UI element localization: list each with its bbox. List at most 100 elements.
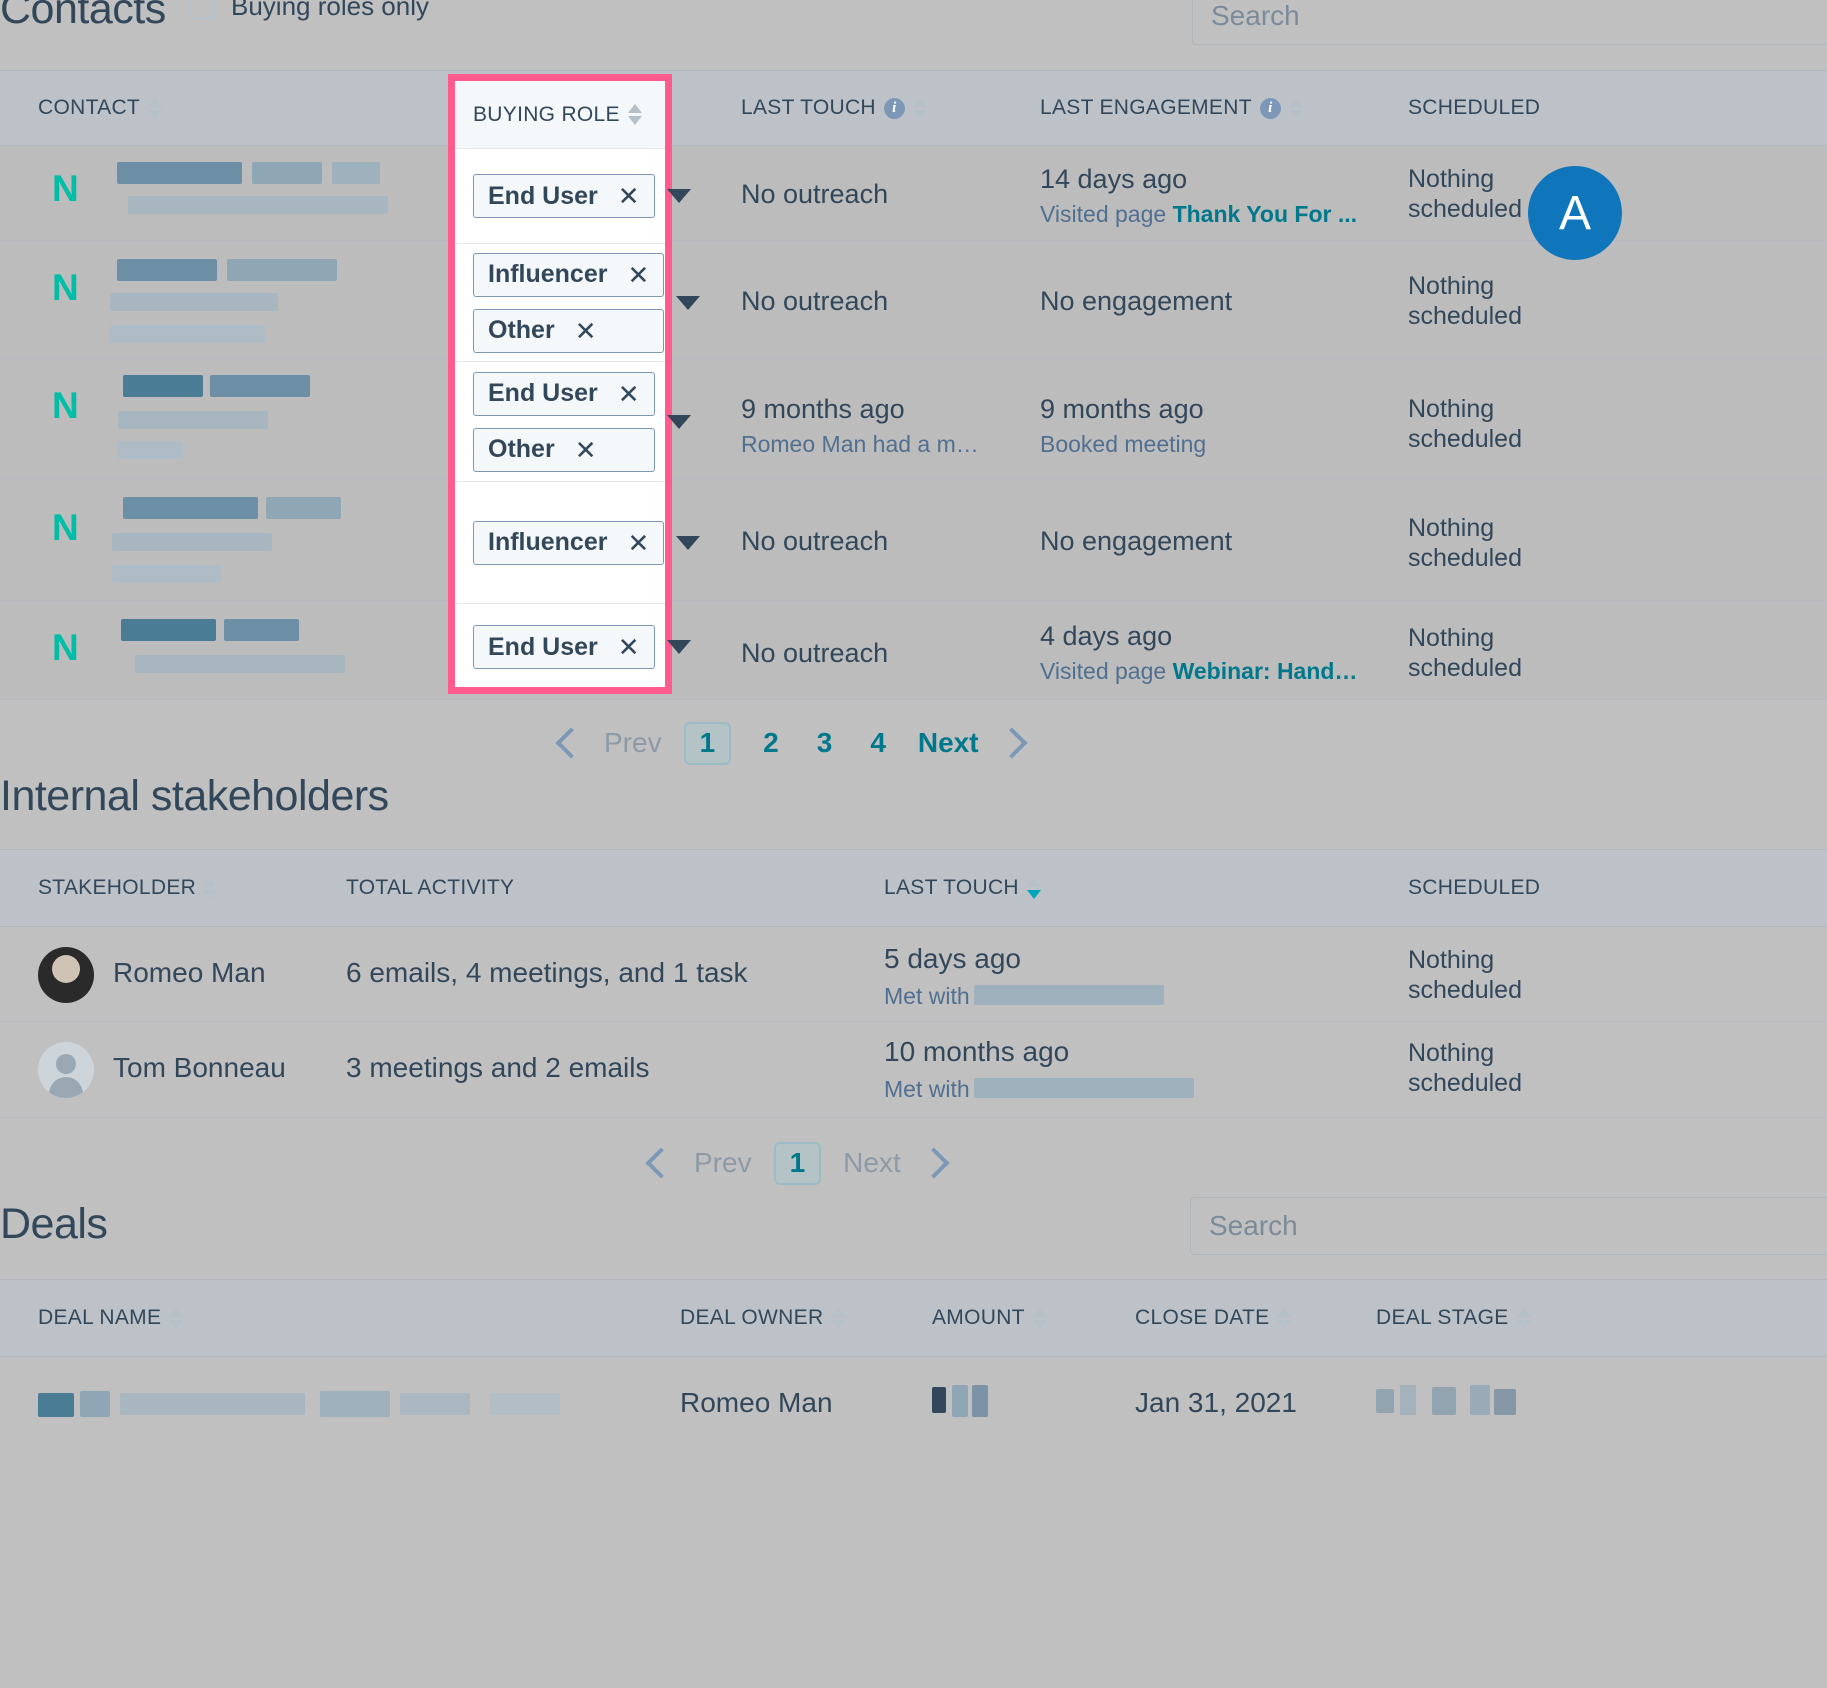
pagination-next[interactable]: Next (843, 1147, 901, 1179)
sort-icon[interactable] (912, 97, 927, 119)
scheduled-value: Nothing scheduled (1408, 624, 1522, 682)
chevron-right-icon[interactable] (918, 1147, 950, 1179)
redacted-text (320, 1391, 390, 1417)
buying-role-cell[interactable]: End User ✕ (455, 604, 691, 690)
close-icon[interactable]: ✕ (575, 437, 597, 463)
caret-down-icon[interactable] (666, 414, 691, 429)
contacts-search-box[interactable]: Search (1192, 0, 1827, 45)
sort-icon[interactable] (831, 1307, 846, 1329)
col-total-activity: TOTAL ACTIVITY (346, 876, 515, 899)
chevron-left-icon[interactable] (645, 1147, 677, 1179)
sort-icon[interactable] (1277, 1307, 1292, 1329)
caret-down-icon[interactable] (676, 295, 701, 310)
last-touch-value: No outreach (741, 179, 889, 209)
close-icon[interactable]: ✕ (618, 634, 640, 660)
buying-role-cell[interactable]: End User ✕ (455, 149, 691, 244)
buying-role-cell[interactable]: Influencer ✕ (455, 482, 701, 604)
tag-buying-role[interactable]: End User ✕ (473, 625, 655, 669)
info-icon[interactable]: i (883, 97, 905, 119)
deals-title: Deals (0, 1200, 108, 1248)
pagination-page-current[interactable]: 1 (773, 1142, 822, 1185)
sort-icon[interactable] (1026, 877, 1041, 899)
stakeholders-title: Internal stakeholders (0, 772, 389, 820)
close-icon[interactable]: ✕ (575, 318, 597, 344)
tag-buying-role[interactable]: Influencer ✕ (473, 520, 665, 565)
caret-down-icon[interactable] (666, 640, 691, 654)
sort-icon[interactable] (627, 104, 642, 125)
caret-down-icon[interactable] (676, 535, 701, 550)
table-row[interactable]: Romeo Man Jan 31, 2021 (0, 1357, 1827, 1477)
redacted-stage (1400, 1385, 1416, 1415)
sort-icon[interactable] (169, 1307, 184, 1329)
caret-down-icon[interactable] (666, 189, 691, 203)
scheduled-value: Nothing scheduled (1408, 514, 1522, 572)
redacted-stage (1494, 1389, 1516, 1415)
table-row[interactable]: Romeo Man 6 emails, 4 meetings, and 1 ta… (0, 927, 1827, 1022)
contacts-search-input[interactable]: Search (1211, 0, 1827, 32)
info-icon[interactable]: i (1259, 97, 1281, 119)
stakeholder-last-touch-detail: Met with (884, 1076, 970, 1102)
col-close-date[interactable]: CLOSE DATE (1135, 1306, 1292, 1330)
buying-role-cell[interactable]: Influencer ✕ Other ✕ (455, 244, 701, 362)
sort-icon[interactable] (1288, 97, 1303, 119)
pagination-page-3[interactable]: 3 (817, 727, 833, 759)
stakeholders-table-header: STAKEHOLDER TOTAL ACTIVITY LAST TOUCH SC… (0, 849, 1827, 927)
buying-role-cell[interactable]: End User ✕ Other ✕ (455, 362, 691, 482)
chevron-left-icon[interactable] (555, 727, 587, 759)
col-deal-name[interactable]: DEAL NAME (38, 1306, 184, 1330)
col-last-touch[interactable]: LAST TOUCH i (741, 96, 927, 120)
sort-icon[interactable] (148, 97, 163, 119)
pagination-next[interactable]: Next (918, 727, 979, 759)
table-row[interactable]: Ν 9 months ago Romeo Man had a m… 9 mont… (0, 359, 1827, 479)
col-deal-stage[interactable]: DEAL STAGE (1376, 1306, 1531, 1330)
pagination-page-current[interactable]: 1 (683, 722, 732, 765)
sort-icon[interactable] (204, 877, 219, 899)
tag-buying-role[interactable]: End User ✕ (473, 174, 655, 218)
sort-icon[interactable] (1516, 1307, 1531, 1329)
buying-roles-only-filter[interactable]: Buying roles only (189, 0, 429, 22)
scheduled-value: Nothing scheduled (1408, 272, 1522, 330)
col-stakeholder-last-touch[interactable]: LAST TOUCH (884, 876, 1041, 900)
chevron-right-icon[interactable] (996, 727, 1028, 759)
deals-search-box[interactable]: Search (1190, 1197, 1827, 1255)
redacted-stage (1432, 1387, 1456, 1415)
redacted-amount (972, 1385, 988, 1417)
col-deal-owner[interactable]: DEAL OWNER (680, 1306, 846, 1330)
col-stakeholder[interactable]: STAKEHOLDER (38, 876, 219, 900)
table-row[interactable]: Tom Bonneau 3 meetings and 2 emails 10 m… (0, 1022, 1827, 1118)
pagination-prev[interactable]: Prev (694, 1147, 752, 1179)
stakeholder-name[interactable]: Romeo Man (113, 957, 266, 989)
tag-buying-role[interactable]: Other ✕ (473, 308, 665, 353)
netline-logo-icon: Ν (52, 385, 79, 426)
stakeholder-name[interactable]: Tom Bonneau (113, 1052, 286, 1084)
redacted-text (112, 533, 272, 551)
tag-buying-role[interactable]: End User ✕ (473, 371, 655, 416)
netline-logo-icon: Ν (52, 168, 79, 209)
col-buying-role[interactable]: BUYING ROLE (455, 81, 665, 149)
col-last-engagement[interactable]: LAST ENGAGEMENT i (1040, 96, 1303, 120)
redacted-text (117, 162, 242, 184)
engagement-link[interactable]: Webinar: Hand… (1173, 658, 1358, 684)
close-date-value: Jan 31, 2021 (1135, 1387, 1297, 1418)
close-icon[interactable]: ✕ (627, 530, 649, 556)
col-contact[interactable]: CONTACT (38, 96, 163, 120)
close-icon[interactable]: ✕ (618, 381, 640, 407)
tag-buying-role[interactable]: Influencer ✕ (473, 252, 665, 297)
close-icon[interactable]: ✕ (618, 183, 640, 209)
tag-buying-role[interactable]: Other ✕ (473, 427, 655, 472)
engagement-link[interactable]: Thank You For ... (1173, 201, 1357, 227)
table-row[interactable]: Ν No outreach No engagement Nothing sche… (0, 479, 1827, 601)
pagination-page-2[interactable]: 2 (763, 727, 779, 759)
pagination-page-4[interactable]: 4 (870, 727, 886, 759)
table-row[interactable]: Ν No outreach No engagement Nothing sche… (0, 241, 1827, 359)
buying-roles-only-checkbox[interactable] (189, 0, 215, 20)
pagination-prev[interactable]: Prev (604, 727, 662, 759)
table-row[interactable]: Ν No outreach 4 days ago Visited page We… (0, 601, 1827, 700)
sort-icon[interactable] (1032, 1307, 1047, 1329)
col-amount[interactable]: AMOUNT (932, 1306, 1047, 1330)
redacted-text (112, 565, 222, 583)
deals-search-input[interactable]: Search (1209, 1210, 1827, 1242)
buying-role-tags: End User ✕ (473, 174, 655, 218)
close-icon[interactable]: ✕ (627, 262, 649, 288)
buying-role-tags: Influencer ✕ (473, 520, 665, 565)
